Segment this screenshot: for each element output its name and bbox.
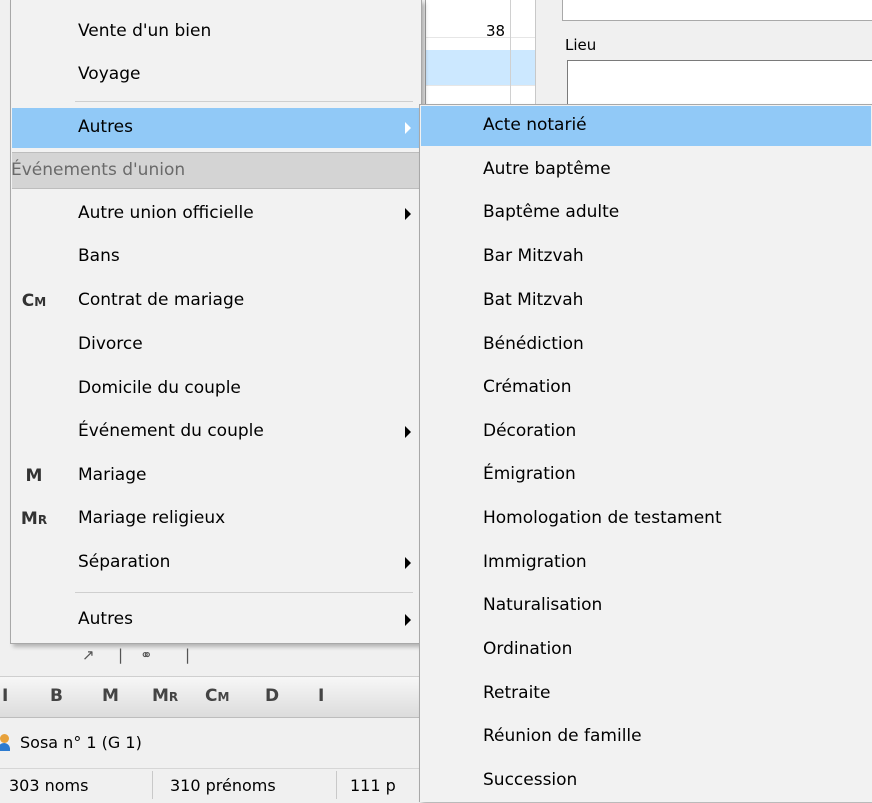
menu-item-contrat-mariage[interactable]: CM Contrat de mariage [12,281,420,321]
tool-glyph-icon[interactable]: ↗ [82,646,95,664]
menu-item-label: Mariage religieux [78,508,226,528]
event-toolbar: I B M MR CM D I [0,676,425,718]
submenu-item-decoration[interactable]: Décoration [421,412,871,452]
submenu-arrow-icon [405,557,411,569]
menu-item-label: Succession [483,770,578,790]
toolbar-button-d[interactable]: D [265,686,279,706]
status-third: 111 p [350,776,396,795]
status-divider [152,771,153,799]
menu-item-autre-union-officielle[interactable]: Autre union officielle [12,194,420,234]
toolbar-divider: | [185,646,191,664]
menu-item-label: Autres [78,609,134,629]
menu-item-label: Bar Mitzvah [483,246,584,266]
submenu-item-reunion-famille[interactable]: Réunion de famille [421,717,871,757]
submenu-arrow-icon [405,426,411,438]
menu-separator [75,101,413,102]
mariage-religieux-icon: MR [20,509,48,529]
toolbar-button-b[interactable]: B [50,686,63,706]
menu-item-voyage[interactable]: Voyage [12,55,420,95]
list-row-selected[interactable] [426,50,536,86]
menu-item-label: Vente d'un bien [78,21,212,41]
menu-item-autres-highlighted[interactable]: Autres [12,108,420,148]
menu-item-label: Autre union officielle [78,203,254,223]
contrat-mariage-icon: CM [21,291,47,311]
submenu-item-cremation[interactable]: Crémation [421,368,871,408]
menu-item-label: Mariage [78,465,147,485]
menu-item-label: Retraite [483,683,551,703]
autres-submenu: Acte notarié Autre baptême Baptême adult… [419,104,872,802]
person-icon [0,734,10,752]
secondary-toolbar: ↗ | ⚭ | [0,646,425,672]
menu-item-autres-union[interactable]: Autres [12,600,420,640]
menu-item-label: Naturalisation [483,595,603,615]
union-events-section-header: Événements d'union [11,152,420,189]
menu-separator [75,592,413,593]
lieu-label: Lieu [565,36,597,54]
submenu-item-retraite[interactable]: Retraite [421,674,871,714]
submenu-item-benediction[interactable]: Bénédiction [421,325,871,365]
menu-item-label: Divorce [78,334,143,354]
menu-item-vente-bien[interactable]: Vente d'un bien [12,12,420,52]
menu-item-label: Séparation [78,552,171,572]
menu-item-divorce[interactable]: Divorce [12,325,420,365]
submenu-item-bapteme-adulte[interactable]: Baptême adulte [421,193,871,233]
menu-item-label: Émigration [483,464,576,484]
mariage-icon: M [25,466,43,486]
status-prenoms: 310 prénoms [170,776,276,795]
menu-item-label: Bat Mitzvah [483,290,584,310]
menu-item-evenement-couple[interactable]: Événement du couple [12,412,420,452]
menu-item-label: Réunion de famille [483,726,642,746]
submenu-item-emigration[interactable]: Émigration [421,455,871,495]
submenu-item-acte-notarie[interactable]: Acte notarié [421,106,871,146]
menu-item-label: Bénédiction [483,334,584,354]
submenu-item-ordination[interactable]: Ordination [421,630,871,670]
submenu-item-bar-mitzvah[interactable]: Bar Mitzvah [421,237,871,277]
toolbar-button-i[interactable]: I [2,686,8,706]
date-field[interactable] [562,0,872,21]
submenu-item-immigration[interactable]: Immigration [421,543,871,583]
toolbar-button-cm[interactable]: CM [205,686,229,706]
menu-item-mariage[interactable]: M Mariage [12,456,420,496]
menu-item-label: Autre baptême [483,159,611,179]
menu-item-domicile-couple[interactable]: Domicile du couple [12,369,420,409]
toolbar-divider: | [118,646,124,664]
menu-item-bans[interactable]: Bans [12,237,420,277]
menu-item-mariage-religieux[interactable]: MR Mariage religieux [12,499,420,539]
submenu-arrow-icon [405,208,411,220]
globe-icon[interactable]: ⚭ [140,646,153,664]
submenu-item-bat-mitzvah[interactable]: Bat Mitzvah [421,281,871,321]
menu-item-label: Événement du couple [78,421,264,441]
menu-item-label: Bans [78,246,120,266]
list-row-number: 38 [486,22,506,40]
toolbar-button-mr[interactable]: MR [152,686,178,706]
status-noms: 303 noms [9,776,89,795]
event-type-menu: Vente d'un bien Voyage Autres Événements… [10,0,422,644]
menu-item-label: Voyage [78,64,141,84]
lieu-input[interactable] [567,60,872,106]
menu-item-label: Acte notarié [483,115,587,135]
menu-item-label: Crémation [483,377,572,397]
menu-item-separation[interactable]: Séparation [12,543,420,583]
menu-item-label: Autres [78,117,134,137]
submenu-item-succession[interactable]: Succession [421,761,871,801]
menu-item-label: Baptême adulte [483,202,620,222]
sosa-text: Sosa n° 1 (G 1) [20,733,142,752]
menu-item-label: Décoration [483,421,577,441]
menu-item-label: Immigration [483,552,587,572]
toolbar-button-m[interactable]: M [102,686,119,706]
menu-item-label: Ordination [483,639,573,659]
submenu-arrow-icon [405,614,411,626]
sosa-row: Sosa n° 1 (G 1) [0,728,425,758]
menu-item-label: Domicile du couple [78,378,241,398]
submenu-item-homologation-testament[interactable]: Homologation de testament [421,499,871,539]
menu-item-label: Contrat de mariage [78,290,245,310]
submenu-item-naturalisation[interactable]: Naturalisation [421,586,871,626]
submenu-item-autre-bapteme[interactable]: Autre baptême [421,150,871,190]
list-row[interactable]: 38 [426,0,536,40]
toolbar-button-i2[interactable]: I [318,686,324,706]
status-divider [336,771,337,799]
submenu-arrow-icon [405,122,411,134]
status-bar: 303 noms 310 prénoms 111 p [0,768,425,803]
menu-item-label: Homologation de testament [483,508,722,528]
